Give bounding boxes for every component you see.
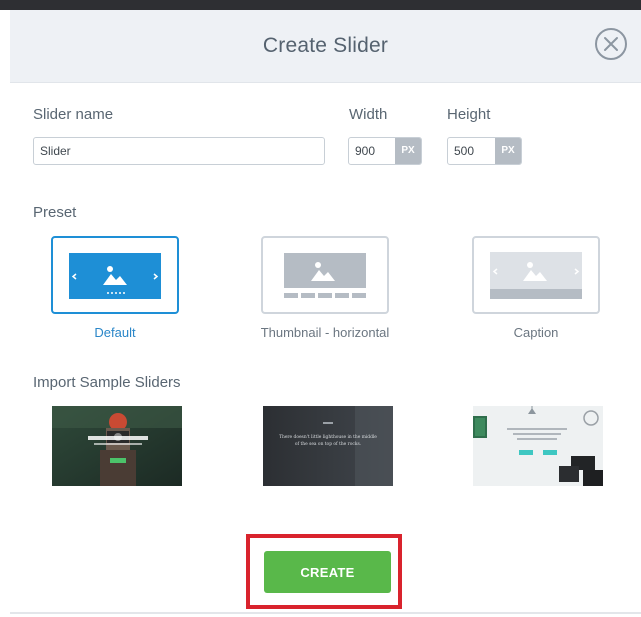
caption-layout-icon — [490, 252, 582, 299]
sample-lighthouse-image: There doesn't little lighthouse in the m… — [263, 406, 393, 486]
height-label: Height — [447, 106, 491, 123]
thumbnail-layout-icon — [284, 253, 366, 298]
window-top-bar — [0, 0, 641, 10]
dialog-title: Create Slider — [262, 34, 389, 57]
sample-photographer-image — [52, 406, 182, 486]
width-unit-badge: PX — [395, 138, 421, 164]
preset-caption-label[interactable]: Caption — [451, 325, 621, 340]
slider-name-input[interactable] — [33, 137, 325, 165]
slider-name-label: Slider name — [33, 106, 114, 123]
width-input[interactable] — [349, 138, 395, 164]
import-samples-label: Import Sample Sliders — [33, 374, 181, 391]
close-icon — [604, 37, 618, 51]
height-field[interactable]: PX — [447, 137, 522, 165]
dialog-header: Create Slider — [10, 10, 641, 83]
create-button[interactable]: CREATE — [264, 551, 391, 593]
preset-label: Preset — [33, 204, 77, 221]
preset-thumbnail-card[interactable] — [261, 236, 389, 314]
default-layout-icon — [69, 253, 161, 299]
sample-slider-1[interactable] — [52, 406, 182, 486]
close-button[interactable] — [595, 28, 627, 60]
height-input[interactable] — [448, 138, 494, 164]
sample-2-line-1: There doesn't little lighthouse in the m… — [279, 435, 377, 440]
preset-default-card[interactable] — [51, 236, 179, 314]
sample-office-image — [473, 406, 603, 486]
preset-caption-card[interactable] — [472, 236, 600, 314]
width-label: Width — [349, 106, 388, 123]
preset-thumbnail-label[interactable]: Thumbnail - horizontal — [240, 325, 410, 340]
sample-slider-2[interactable]: There doesn't little lighthouse in the m… — [263, 406, 393, 486]
width-field[interactable]: PX — [348, 137, 422, 165]
dialog-bottom-divider — [10, 612, 641, 614]
preset-default-label[interactable]: Default — [30, 325, 200, 340]
sample-slider-3[interactable] — [473, 406, 603, 486]
height-unit-badge: PX — [495, 138, 521, 164]
sample-2-line-2: of the sea on top of the rocks. — [295, 442, 361, 447]
